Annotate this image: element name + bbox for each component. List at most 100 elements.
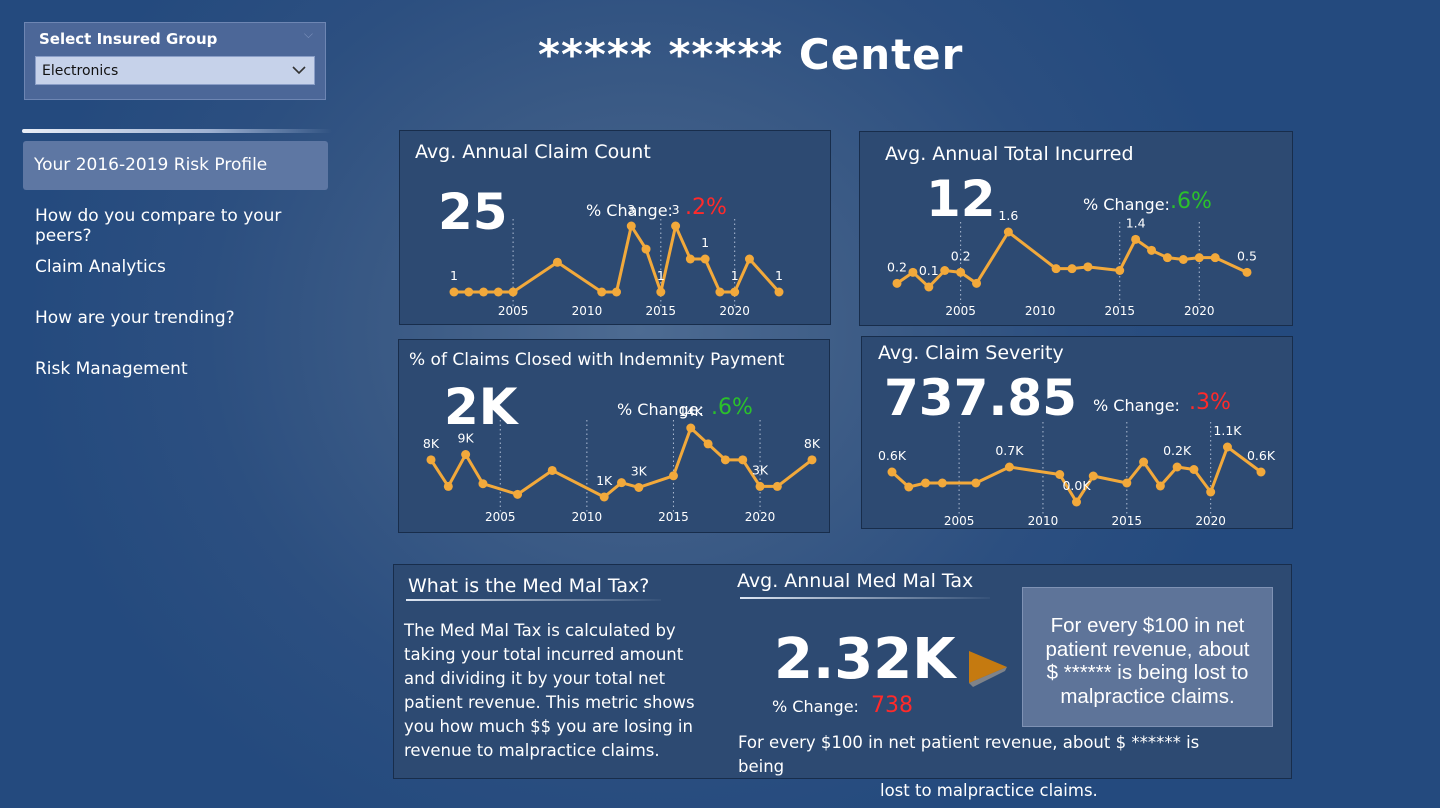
data-point[interactable] bbox=[426, 455, 436, 465]
data-point[interactable] bbox=[1172, 462, 1182, 472]
data-point[interactable] bbox=[626, 221, 636, 231]
data-point[interactable] bbox=[552, 257, 562, 267]
nav-item-trending[interactable]: How are your trending? bbox=[23, 294, 328, 343]
data-point[interactable] bbox=[671, 221, 681, 231]
data-point[interactable] bbox=[730, 287, 740, 297]
slicer-collapse-icon[interactable]: ⌵ bbox=[304, 27, 313, 42]
data-label: 1.4 bbox=[1126, 215, 1146, 230]
data-point[interactable] bbox=[1256, 467, 1266, 477]
x-tick-label: 2020 bbox=[719, 304, 750, 318]
series-line bbox=[896, 230, 1248, 289]
data-point[interactable] bbox=[479, 287, 489, 297]
data-point[interactable] bbox=[461, 450, 471, 460]
page-title: ***** ***** Center bbox=[538, 30, 964, 79]
data-point[interactable] bbox=[807, 455, 817, 465]
data-point[interactable] bbox=[904, 482, 914, 492]
data-point[interactable] bbox=[908, 267, 918, 277]
x-tick-label: 2010 bbox=[572, 510, 603, 524]
data-label: 3K bbox=[631, 463, 648, 478]
data-point[interactable] bbox=[1242, 267, 1252, 277]
data-point[interactable] bbox=[1067, 264, 1077, 274]
x-tick-label: 2015 bbox=[1104, 304, 1135, 318]
claim-severity-card: Avg. Claim Severity 737.85 % Change: .3%… bbox=[861, 336, 1293, 529]
data-point[interactable] bbox=[685, 254, 695, 264]
data-point[interactable] bbox=[641, 244, 651, 254]
data-label: 0.2K bbox=[1163, 443, 1192, 458]
data-point[interactable] bbox=[443, 481, 453, 491]
total-incurred-line-chart: 2005 2010 2015 2020 0.2 0.1 0.2 1.6 1.4 0.5 bbox=[887, 208, 1257, 318]
data-point[interactable] bbox=[1083, 262, 1093, 272]
data-point[interactable] bbox=[599, 492, 609, 502]
data-point[interactable] bbox=[1222, 442, 1232, 452]
data-point[interactable] bbox=[700, 254, 710, 264]
data-point[interactable] bbox=[1206, 487, 1216, 497]
data-point[interactable] bbox=[1072, 497, 1081, 507]
data-point[interactable] bbox=[612, 287, 621, 297]
data-point[interactable] bbox=[921, 478, 931, 488]
data-point[interactable] bbox=[1210, 253, 1220, 263]
data-point[interactable] bbox=[597, 287, 607, 297]
data-point[interactable] bbox=[1139, 457, 1149, 467]
data-point[interactable] bbox=[715, 287, 725, 297]
data-point[interactable] bbox=[1147, 245, 1157, 255]
data-label: 3 bbox=[672, 202, 680, 217]
data-point[interactable] bbox=[744, 254, 754, 264]
data-point[interactable] bbox=[1003, 227, 1013, 237]
data-point[interactable] bbox=[738, 455, 748, 465]
data-point[interactable] bbox=[493, 287, 503, 297]
data-point[interactable] bbox=[1194, 253, 1204, 263]
data-point[interactable] bbox=[1178, 255, 1188, 264]
data-point[interactable] bbox=[1162, 253, 1172, 263]
pct-change-label: % Change: bbox=[772, 697, 859, 716]
data-point[interactable] bbox=[892, 278, 902, 288]
insured-group-dropdown[interactable]: Electronics bbox=[35, 56, 315, 85]
data-point[interactable] bbox=[656, 287, 666, 297]
data-point[interactable] bbox=[755, 481, 765, 491]
data-point[interactable] bbox=[513, 489, 523, 499]
data-point[interactable] bbox=[774, 287, 784, 297]
description-line: patient revenue. This metric shows bbox=[404, 693, 695, 712]
data-point[interactable] bbox=[1004, 462, 1014, 472]
data-label: 3 bbox=[627, 202, 635, 217]
nav-item-compare-peers[interactable]: How do you compare to your peers? bbox=[23, 192, 328, 246]
nav-item-risk-management[interactable]: Risk Management bbox=[23, 345, 328, 394]
data-point[interactable] bbox=[686, 423, 696, 433]
nav-divider bbox=[22, 129, 332, 133]
data-point[interactable] bbox=[1122, 478, 1132, 488]
data-point[interactable] bbox=[617, 478, 626, 488]
data-point[interactable] bbox=[971, 478, 981, 488]
x-tick-label: 2020 bbox=[745, 510, 776, 524]
data-point[interactable] bbox=[464, 287, 474, 297]
data-label: 1 bbox=[657, 268, 665, 283]
description-line: you how much $$ you are losing in bbox=[404, 717, 693, 736]
callout-line: malpractice claims. bbox=[1060, 684, 1235, 708]
data-point[interactable] bbox=[1189, 465, 1199, 474]
data-point[interactable] bbox=[1131, 234, 1141, 244]
data-point[interactable] bbox=[720, 455, 730, 465]
nav-item-claim-analytics[interactable]: Claim Analytics bbox=[23, 243, 328, 292]
data-point[interactable] bbox=[924, 282, 934, 292]
data-point[interactable] bbox=[1051, 264, 1061, 274]
data-point[interactable] bbox=[956, 267, 966, 277]
data-label: 0.6K bbox=[1247, 448, 1276, 463]
data-point[interactable] bbox=[547, 465, 557, 475]
x-tick-label: 2015 bbox=[646, 304, 677, 318]
data-point[interactable] bbox=[478, 479, 488, 489]
data-point[interactable] bbox=[940, 266, 950, 275]
data-point[interactable] bbox=[972, 278, 982, 288]
callout-line: For every $100 in net bbox=[1050, 614, 1245, 637]
data-point[interactable] bbox=[508, 287, 518, 297]
data-point[interactable] bbox=[1155, 481, 1165, 491]
med-mal-kpi-title: Avg. Annual Med Mal Tax bbox=[737, 570, 974, 592]
data-point[interactable] bbox=[703, 439, 713, 449]
data-point[interactable] bbox=[937, 478, 947, 488]
closed-indemnity-line-chart: 2005 2010 2015 2020 8K 9K 1K 3K 14K 3K 8K bbox=[423, 404, 821, 524]
data-point[interactable] bbox=[449, 287, 459, 297]
data-point[interactable] bbox=[1115, 266, 1125, 275]
nav-item-risk-profile[interactable]: Your 2016-2019 Risk Profile bbox=[23, 141, 328, 190]
data-point[interactable] bbox=[668, 471, 678, 481]
data-point[interactable] bbox=[634, 482, 644, 492]
data-point[interactable] bbox=[772, 481, 782, 491]
data-point[interactable] bbox=[887, 467, 897, 477]
data-label: 8K bbox=[804, 436, 821, 451]
